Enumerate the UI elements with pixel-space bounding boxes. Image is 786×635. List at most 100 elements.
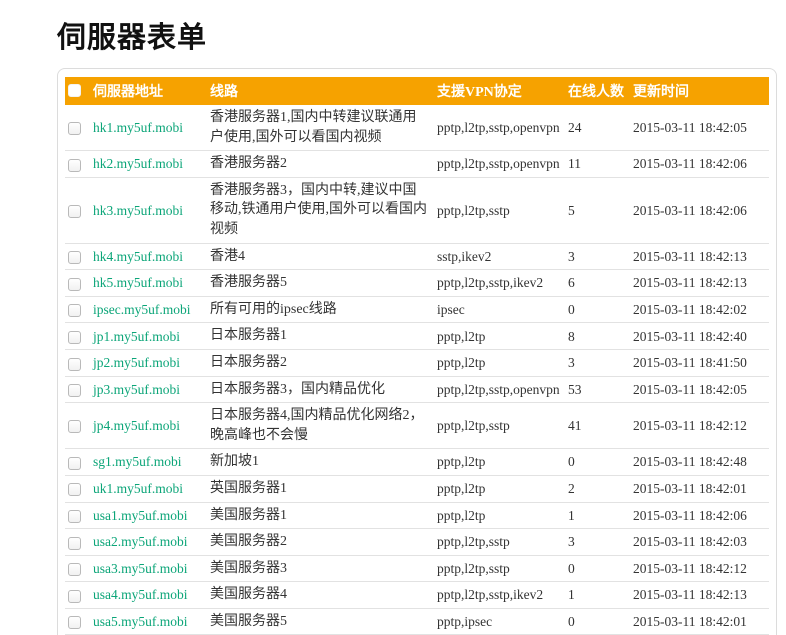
row-checkbox[interactable] (68, 304, 81, 317)
line-description: 香港服务器1,国内中转建议联通用户使用,国外可以看国内视频 (210, 105, 437, 151)
table-row: jp2.my5uf.mobi 日本服务器2 pptp,l2tp 3 2015-0… (65, 349, 769, 376)
protocols-value: pptp,ipsec (437, 608, 568, 635)
line-description: 美国服务器5 (210, 608, 437, 635)
table-row: usa2.my5uf.mobi 美国服务器2 pptp,l2tp,sstp 3 … (65, 529, 769, 556)
server-address-link[interactable]: usa5.my5uf.mobi (93, 614, 188, 629)
col-header-protocols: 支援VPN协定 (437, 77, 568, 105)
protocols-value: pptp,l2tp,sstp (437, 403, 568, 449)
online-count: 1 (568, 582, 633, 609)
update-time: 2015-03-11 18:42:05 (633, 105, 769, 151)
online-count: 24 (568, 105, 633, 151)
row-checkbox[interactable] (68, 358, 81, 371)
row-checkbox[interactable] (68, 205, 81, 218)
online-count: 8 (568, 323, 633, 350)
row-checkbox[interactable] (68, 616, 81, 629)
server-address-link[interactable]: hk5.my5uf.mobi (93, 275, 183, 290)
online-count: 53 (568, 376, 633, 403)
online-count: 3 (568, 243, 633, 270)
col-header-line: 线路 (210, 77, 437, 105)
protocols-value: pptp,l2tp,sstp (437, 177, 568, 243)
line-description: 新加坡1 (210, 449, 437, 476)
server-address-link[interactable]: hk1.my5uf.mobi (93, 120, 183, 135)
protocols-value: sstp,ikev2 (437, 243, 568, 270)
protocols-value: pptp,l2tp (437, 449, 568, 476)
table-row: ipsec.my5uf.mobi 所有可用的ipsec线路 ipsec 0 20… (65, 296, 769, 323)
protocols-value: pptp,l2tp (437, 502, 568, 529)
server-address-link[interactable]: ipsec.my5uf.mobi (93, 302, 191, 317)
row-checkbox[interactable] (68, 331, 81, 344)
server-table: 伺服器地址 线路 支援VPN协定 在线人数 更新时间 hk1.my5uf.mob… (65, 77, 769, 635)
online-count: 41 (568, 403, 633, 449)
protocols-value: pptp,l2tp,sstp,openvpn (437, 376, 568, 403)
col-header-updated: 更新时间 (633, 77, 769, 105)
line-description: 日本服务器2 (210, 349, 437, 376)
row-checkbox[interactable] (68, 537, 81, 550)
line-description: 所有可用的ipsec线路 (210, 296, 437, 323)
online-count: 0 (568, 296, 633, 323)
row-checkbox[interactable] (68, 384, 81, 397)
server-address-link[interactable]: jp1.my5uf.mobi (93, 329, 180, 344)
row-checkbox[interactable] (68, 457, 81, 470)
protocols-value: pptp,l2tp,sstp,ikev2 (437, 582, 568, 609)
line-description: 日本服务器3，国内精品优化 (210, 376, 437, 403)
update-time: 2015-03-11 18:42:01 (633, 608, 769, 635)
update-time: 2015-03-11 18:42:02 (633, 296, 769, 323)
server-address-link[interactable]: jp2.my5uf.mobi (93, 355, 180, 370)
server-address-link[interactable]: hk3.my5uf.mobi (93, 203, 183, 218)
row-checkbox[interactable] (68, 590, 81, 603)
table-row: hk4.my5uf.mobi 香港4 sstp,ikev2 3 2015-03-… (65, 243, 769, 270)
update-time: 2015-03-11 18:42:05 (633, 376, 769, 403)
update-time: 2015-03-11 18:42:06 (633, 151, 769, 178)
line-description: 日本服务器1 (210, 323, 437, 350)
online-count: 11 (568, 151, 633, 178)
server-address-link[interactable]: sg1.my5uf.mobi (93, 454, 182, 469)
server-address-link[interactable]: uk1.my5uf.mobi (93, 481, 183, 496)
server-address-link[interactable]: jp3.my5uf.mobi (93, 382, 180, 397)
update-time: 2015-03-11 18:42:40 (633, 323, 769, 350)
line-description: 美国服务器1 (210, 502, 437, 529)
table-row: jp3.my5uf.mobi 日本服务器3，国内精品优化 pptp,l2tp,s… (65, 376, 769, 403)
update-time: 2015-03-11 18:42:12 (633, 403, 769, 449)
table-row: usa5.my5uf.mobi 美国服务器5 pptp,ipsec 0 2015… (65, 608, 769, 635)
protocols-value: ipsec (437, 296, 568, 323)
page-title: 伺服器表单 (57, 14, 786, 56)
online-count: 1 (568, 502, 633, 529)
online-count: 3 (568, 349, 633, 376)
server-address-link[interactable]: hk2.my5uf.mobi (93, 156, 183, 171)
table-row: sg1.my5uf.mobi 新加坡1 pptp,l2tp 0 2015-03-… (65, 449, 769, 476)
row-checkbox[interactable] (68, 251, 81, 264)
server-address-link[interactable]: usa2.my5uf.mobi (93, 534, 188, 549)
update-time: 2015-03-11 18:42:01 (633, 475, 769, 502)
protocols-value: pptp,l2tp,sstp,openvpn (437, 105, 568, 151)
server-address-link[interactable]: jp4.my5uf.mobi (93, 418, 180, 433)
line-description: 美国服务器3 (210, 555, 437, 582)
line-description: 美国服务器4 (210, 582, 437, 609)
update-time: 2015-03-11 18:42:06 (633, 177, 769, 243)
update-time: 2015-03-11 18:42:13 (633, 243, 769, 270)
row-checkbox[interactable] (68, 483, 81, 496)
line-description: 美国服务器2 (210, 529, 437, 556)
select-all-checkbox[interactable] (68, 84, 81, 97)
table-row: hk1.my5uf.mobi 香港服务器1,国内中转建议联通用户使用,国外可以看… (65, 105, 769, 151)
row-checkbox[interactable] (68, 510, 81, 523)
table-row: hk3.my5uf.mobi 香港服务器3，国内中转,建议中国移动,铁通用户使用… (65, 177, 769, 243)
row-checkbox[interactable] (68, 563, 81, 576)
server-address-link[interactable]: hk4.my5uf.mobi (93, 249, 183, 264)
server-address-link[interactable]: usa3.my5uf.mobi (93, 561, 188, 576)
table-row: hk5.my5uf.mobi 香港服务器5 pptp,l2tp,sstp,ike… (65, 270, 769, 297)
update-time: 2015-03-11 18:42:13 (633, 270, 769, 297)
row-checkbox[interactable] (68, 122, 81, 135)
protocols-value: pptp,l2tp,sstp (437, 529, 568, 556)
update-time: 2015-03-11 18:42:12 (633, 555, 769, 582)
line-description: 香港服务器5 (210, 270, 437, 297)
server-address-link[interactable]: usa4.my5uf.mobi (93, 587, 188, 602)
row-checkbox[interactable] (68, 420, 81, 433)
row-checkbox[interactable] (68, 278, 81, 291)
col-header-address: 伺服器地址 (93, 77, 210, 105)
line-description: 英国服务器1 (210, 475, 437, 502)
table-header-row: 伺服器地址 线路 支援VPN协定 在线人数 更新时间 (65, 77, 769, 105)
server-address-link[interactable]: usa1.my5uf.mobi (93, 508, 188, 523)
row-checkbox[interactable] (68, 159, 81, 172)
table-row: jp1.my5uf.mobi 日本服务器1 pptp,l2tp 8 2015-0… (65, 323, 769, 350)
update-time: 2015-03-11 18:42:48 (633, 449, 769, 476)
